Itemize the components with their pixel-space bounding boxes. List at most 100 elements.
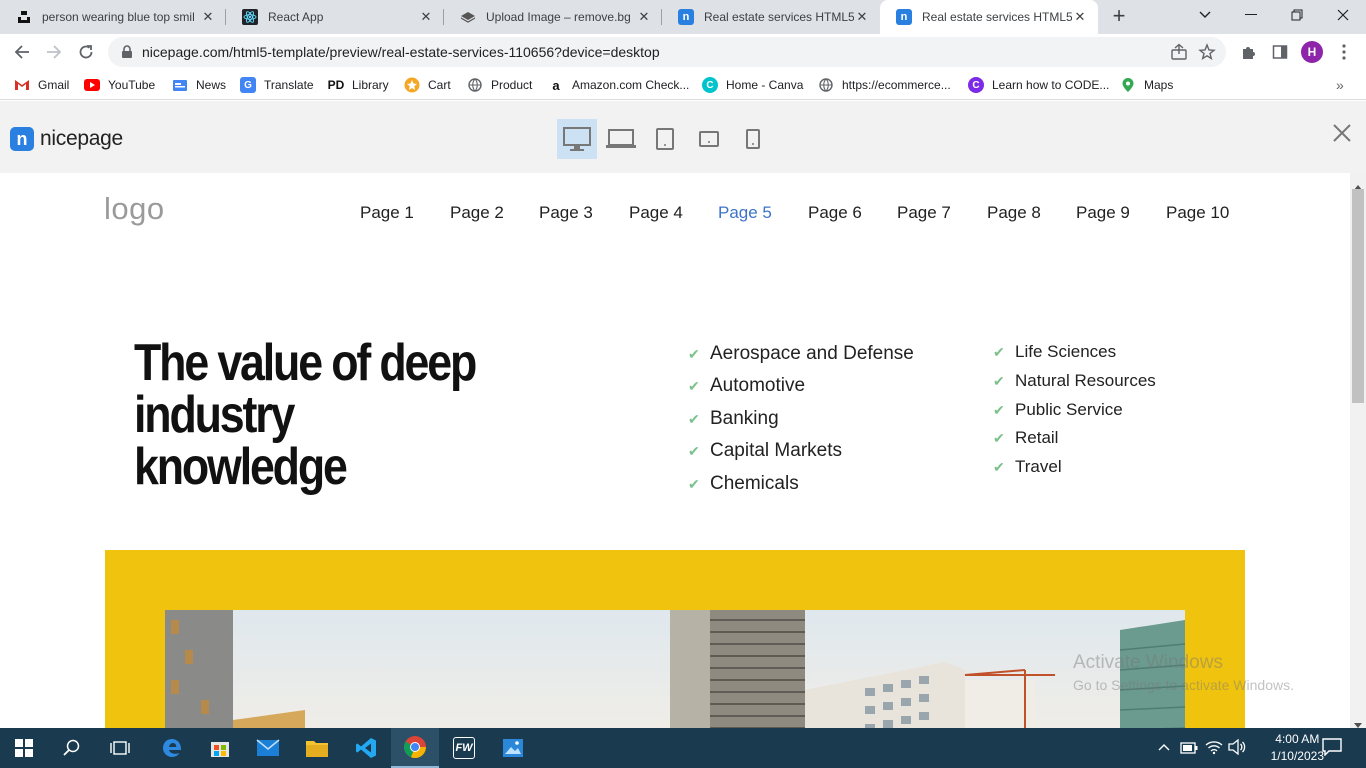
device-tablet-button[interactable] <box>645 119 685 159</box>
tab-title: React App <box>268 10 324 24</box>
battery-icon[interactable] <box>1180 741 1198 759</box>
bookmark-product[interactable]: Product <box>467 75 532 95</box>
nav-page-7[interactable]: Page 7 <box>897 203 951 223</box>
bookmark-cart[interactable]: Cart <box>404 75 451 95</box>
device-desktop-button[interactable] <box>557 119 597 159</box>
bookmark-canva[interactable]: C Home - Canva <box>702 75 803 95</box>
wifi-icon[interactable] <box>1205 739 1223 760</box>
check-icon: ✔ <box>993 343 1005 360</box>
check-icon: ✔ <box>993 372 1005 389</box>
show-hidden-icons-chevron-icon[interactable] <box>1157 740 1171 759</box>
restore-button[interactable] <box>1274 0 1320 30</box>
fireworks-icon: FW <box>453 737 475 759</box>
minimize-button[interactable] <box>1228 0 1274 30</box>
close-preview-button[interactable] <box>1332 123 1352 148</box>
news-icon <box>172 77 188 93</box>
device-phone-button[interactable] <box>733 119 773 159</box>
site-logo[interactable]: logo <box>104 191 165 227</box>
bookmark-library[interactable]: PD Library <box>328 75 389 95</box>
nav-page-6[interactable]: Page 6 <box>808 203 862 223</box>
mail-app[interactable] <box>244 728 292 768</box>
browser-tab[interactable]: n Real estate services HTML5 T ✕ <box>662 0 880 34</box>
bookmark-label: Library <box>352 78 389 92</box>
tablet-landscape-icon <box>699 131 719 147</box>
scroll-thumb[interactable] <box>1352 189 1364 403</box>
close-window-button[interactable] <box>1320 0 1366 30</box>
close-icon[interactable]: ✕ <box>636 9 652 25</box>
reload-button[interactable] <box>72 38 100 66</box>
nav-page-5[interactable]: Page 5 <box>718 203 772 223</box>
forward-button[interactable] <box>40 38 68 66</box>
nav-page-8[interactable]: Page 8 <box>987 203 1041 223</box>
close-icon[interactable]: ✕ <box>1072 9 1088 25</box>
share-icon[interactable] <box>1170 43 1188 66</box>
profile-avatar[interactable]: H <box>1301 41 1323 63</box>
industry-item: ✔ Banking <box>688 408 779 430</box>
bookmark-learn-code[interactable]: C Learn how to CODE... <box>968 75 1109 95</box>
fw-app[interactable]: FW <box>440 728 488 768</box>
browser-tab[interactable]: person wearing blue top smil ✕ <box>0 0 226 34</box>
bookmark-maps[interactable]: Maps <box>1120 75 1173 95</box>
browser-tab[interactable]: Upload Image – remove.bg ✕ <box>444 0 662 34</box>
browser-tab[interactable]: React App ✕ <box>226 0 444 34</box>
site-preview: logo Page 1 Page 2 Page 3 Page 4 Page 5 … <box>0 173 1350 728</box>
check-icon: ✔ <box>993 458 1005 475</box>
close-icon[interactable]: ✕ <box>418 9 434 25</box>
browser-tab-active[interactable]: n Real estate services HTML5 T ✕ <box>880 0 1098 34</box>
address-bar[interactable]: nicepage.com/html5-template/preview/real… <box>108 37 1226 67</box>
chrome-app[interactable] <box>391 728 439 768</box>
file-explorer-app[interactable] <box>293 728 341 768</box>
menu-kebab-icon[interactable] <box>1330 38 1358 66</box>
react-icon <box>242 9 258 25</box>
tab-search-icon[interactable] <box>1182 0 1228 30</box>
nicepage-logo[interactable]: n nicepage <box>10 127 123 151</box>
globe-icon <box>818 77 834 93</box>
bookmark-ecommerce[interactable]: https://ecommerce... <box>818 75 951 95</box>
nav-page-10[interactable]: Page 10 <box>1166 203 1229 223</box>
device-laptop-button[interactable] <box>601 119 641 159</box>
notifications-icon[interactable] <box>1322 738 1342 761</box>
tab-title: Real estate services HTML5 T <box>704 10 854 24</box>
close-icon[interactable]: ✕ <box>854 9 870 25</box>
vscode-icon <box>356 738 376 758</box>
bookmark-gmail[interactable]: Gmail <box>14 75 69 95</box>
removebg-icon <box>460 9 476 25</box>
nicepage-icon: n <box>10 127 34 151</box>
store-app[interactable] <box>196 728 244 768</box>
industry-item: ✔ Travel <box>993 457 1062 477</box>
canva-icon: C <box>968 77 984 93</box>
bookmark-amazon[interactable]: a Amazon.com Check... <box>548 75 689 95</box>
check-icon: ✔ <box>688 345 700 362</box>
bookmark-label: Product <box>491 78 533 92</box>
windows-activation-watermark: Activate Windows Go to Settings to activ… <box>1073 652 1294 693</box>
bookmark-label: Gmail <box>38 78 70 92</box>
more-bookmarks-chevron-icon[interactable]: » <box>1336 75 1344 95</box>
extensions-icon[interactable] <box>1234 38 1262 66</box>
volume-icon[interactable] <box>1228 738 1246 760</box>
nav-page-2[interactable]: Page 2 <box>450 203 504 223</box>
system-clock[interactable]: 4:00 AM 1/10/2023 <box>1271 731 1324 765</box>
nav-page-1[interactable]: Page 1 <box>360 203 414 223</box>
search-button[interactable] <box>48 728 96 768</box>
device-tablet-landscape-button[interactable] <box>689 119 729 159</box>
bookmark-translate[interactable]: G Translate <box>240 75 314 95</box>
back-button[interactable] <box>8 38 36 66</box>
side-panel-icon[interactable] <box>1266 38 1294 66</box>
nav-page-3[interactable]: Page 3 <box>539 203 593 223</box>
start-button[interactable] <box>0 728 48 768</box>
close-icon[interactable]: ✕ <box>200 9 216 25</box>
new-tab-button[interactable]: + <box>1106 4 1132 30</box>
bookmark-star-icon[interactable] <box>1198 43 1216 66</box>
page-scrollbar[interactable] <box>1350 173 1366 728</box>
edge-icon <box>163 739 182 757</box>
nav-page-4[interactable]: Page 4 <box>629 203 683 223</box>
bookmark-news[interactable]: News <box>172 75 226 95</box>
task-view-button[interactable] <box>96 728 144 768</box>
bookmark-label: News <box>196 78 227 92</box>
edge-app[interactable] <box>148 728 196 768</box>
vscode-app[interactable] <box>342 728 390 768</box>
nav-page-9[interactable]: Page 9 <box>1076 203 1130 223</box>
lock-icon[interactable] <box>120 45 134 59</box>
bookmark-youtube[interactable]: YouTube <box>84 75 155 95</box>
photos-app[interactable] <box>489 728 537 768</box>
